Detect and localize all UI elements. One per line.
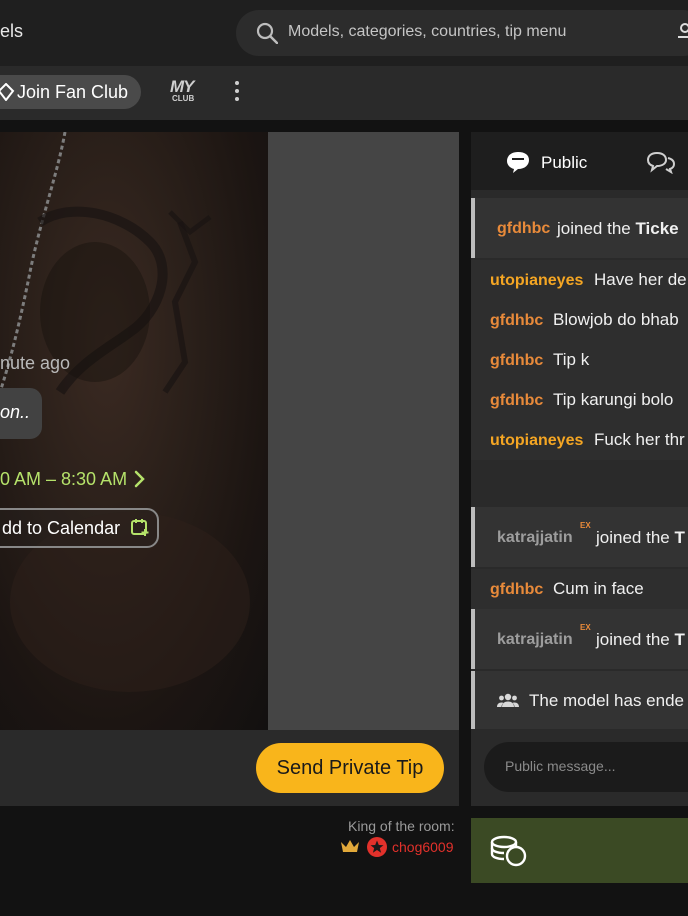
chat-system-text: joined the T (596, 528, 685, 548)
chat-message-text: Fuck her thr (594, 430, 685, 449)
chat-username[interactable]: gfdhbc (490, 352, 543, 370)
chat-message-text: Have her de (594, 270, 687, 289)
chat-message: utopianeyes Have her de (471, 260, 688, 300)
chat-system-message: katrajjatin EX joined the T (471, 507, 688, 567)
chevron-right-icon[interactable] (133, 469, 147, 494)
add-to-calendar-label: dd to Calendar (2, 518, 121, 538)
calendar-add-icon (130, 517, 150, 542)
chat-system-text-pre: joined the (557, 219, 636, 238)
event-description-bubble: on.. (0, 388, 42, 439)
chat-username[interactable]: gfdhbc (490, 581, 543, 599)
chat-system-text: The model has ende (529, 691, 684, 710)
public-message-placeholder: Public message... (505, 758, 616, 774)
chat-system-text-pre: joined the (596, 630, 675, 649)
chat-username[interactable]: katrajjatin (497, 631, 573, 649)
chat-message: gfdhbc Blowjob do bhab (471, 300, 688, 340)
chat-message-text: Blowjob do bhab (553, 310, 679, 329)
coins-icon (489, 834, 529, 873)
model-toolbar: Join Fan Club MY CLUB (0, 66, 688, 120)
chat-system-message: gfdhbc joined the Ticke (471, 198, 688, 258)
chat-system-text-pre: joined the (596, 528, 675, 547)
chat-username[interactable]: gfdhbc (490, 392, 543, 410)
king-username[interactable]: chog6009 (392, 839, 454, 855)
chat-username[interactable]: katrajjatin (497, 529, 573, 547)
public-message-input[interactable]: Public message... (484, 742, 688, 792)
nav-link-models[interactable]: els (0, 21, 23, 42)
chat-message-text: Tip k (553, 350, 590, 369)
chat-message: gfdhbc Tip karungi bolo (471, 380, 688, 420)
tab-public[interactable]: Public (541, 153, 587, 173)
chat-system-text: joined the Ticke (557, 219, 679, 239)
search-bar[interactable]: Models, categories, countries, tip menu (236, 10, 688, 56)
search-icon (256, 22, 279, 49)
user-badge: EX (580, 521, 591, 530)
chat-panel: Public gfdhbc joined the Ticke utopianey… (471, 132, 688, 806)
chat-message: gfdhbc Tip k (471, 340, 688, 380)
add-to-calendar-button[interactable]: dd to Calendar (0, 508, 159, 548)
event-time-range[interactable]: 0 AM – 8:30 AM (0, 469, 127, 490)
filter-icon[interactable] (678, 21, 688, 48)
crown-icon (340, 838, 360, 859)
chat-username[interactable]: utopianeyes (490, 432, 583, 450)
king-of-room-label: King of the room: (348, 818, 455, 834)
chat-username[interactable]: gfdhbc (490, 312, 543, 330)
chat-input-area: Public message... (471, 729, 688, 806)
chat-message-text: Cum in face (553, 579, 644, 598)
chat-username[interactable]: gfdhbc (497, 220, 550, 238)
private-chat-icon[interactable] (646, 150, 676, 179)
chat-message: utopianeyes Fuck her thr (471, 420, 688, 460)
chat-system-message: The model has ende (471, 671, 688, 731)
chat-spacer (471, 460, 688, 507)
join-fan-club-button[interactable]: Join Fan Club (0, 75, 141, 109)
myclub-logo[interactable]: MY CLUB (170, 77, 206, 104)
speech-bubble-icon[interactable] (505, 150, 531, 179)
event-description: on.. (0, 402, 31, 422)
chat-system-message: katrajjatin EX joined the T (471, 609, 688, 669)
star-badge-icon (366, 836, 388, 863)
chat-message-text: Tip karungi bolo (553, 390, 674, 409)
top-bar: els Models, categories, countries, tip m… (0, 0, 688, 66)
user-badge: EX (580, 623, 591, 632)
more-options-icon[interactable] (232, 81, 242, 105)
join-fan-club-label: Join Fan Club (17, 82, 129, 102)
chat-system-text: joined the T (596, 630, 685, 650)
search-input[interactable]: Models, categories, countries, tip menu (288, 23, 566, 41)
chat-system-text-bold: Ticke (635, 219, 679, 238)
myclub-logo-bottom: CLUB (172, 94, 195, 103)
diamond-icon (0, 82, 15, 106)
chat-message: gfdhbc Cum in face (471, 569, 688, 609)
send-private-tip-button[interactable]: Send Private Tip (256, 743, 444, 793)
chat-tabs: Public (471, 132, 688, 190)
video-controls-bar: Send Private Tip (0, 730, 459, 806)
chat-system-text-bold: T (674, 630, 685, 649)
chat-username[interactable]: utopianeyes (490, 272, 583, 290)
event-time-ago: nute ago (0, 353, 71, 373)
users-group-icon (497, 692, 519, 713)
tokens-bar[interactable] (471, 818, 688, 883)
video-player[interactable]: nute ago on.. 0 AM – 8:30 AM dd to Calen… (0, 132, 459, 730)
chat-system-text-bold: T (674, 528, 685, 547)
